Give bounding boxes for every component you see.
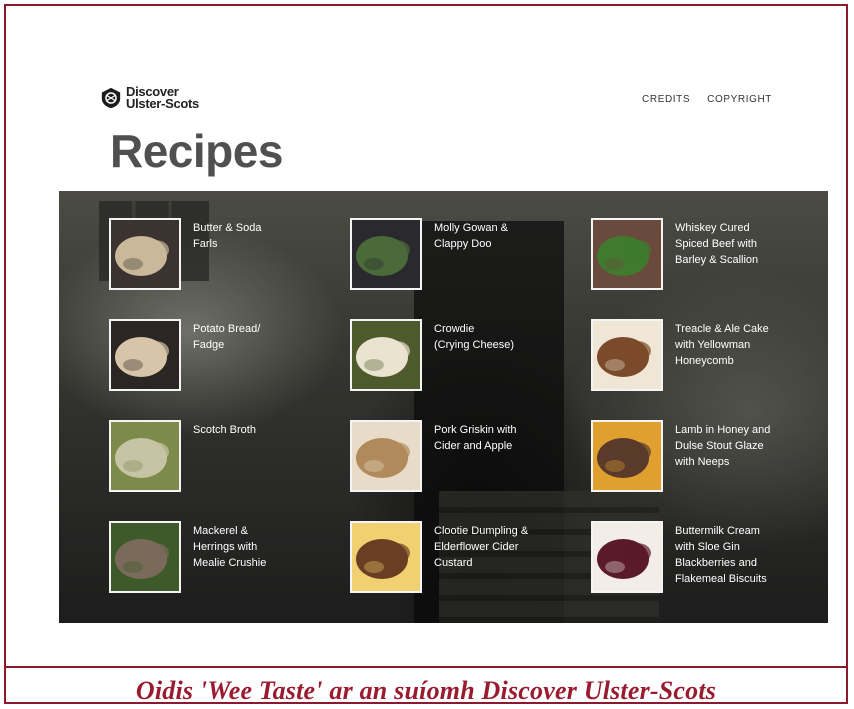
logo-wordmark: Discover Ulster-Scots (126, 85, 199, 111)
recipe-title[interactable]: Butter & Soda Farls (193, 220, 323, 252)
nav-copyright-link[interactable]: COPYRIGHT (707, 94, 772, 105)
logo-line-2: Ulster-Scots (126, 96, 199, 111)
recipe-title[interactable]: Buttermilk Cream with Sloe Gin Blackberr… (675, 523, 805, 587)
recipe-card[interactable]: Molly Gowan & Clappy Doo (350, 218, 591, 319)
mackerel-photo (111, 523, 179, 591)
recipe-card[interactable]: Pork Griskin with Cider and Apple (350, 420, 591, 521)
recipe-card[interactable]: Butter & Soda Farls (109, 218, 350, 319)
recipe-card[interactable]: Scotch Broth (109, 420, 350, 521)
recipe-title[interactable]: Whiskey Cured Spiced Beef with Barley & … (675, 220, 805, 268)
recipe-title[interactable]: Pork Griskin with Cider and Apple (434, 422, 564, 454)
caption-divider (6, 666, 846, 668)
soda-farls-photo (111, 220, 179, 288)
recipe-thumbnail[interactable] (591, 218, 663, 290)
spiced-beef-photo (593, 220, 661, 288)
potato-bread-photo (111, 321, 179, 389)
site-logo[interactable]: Discover Ulster-Scots (100, 85, 199, 111)
recipe-thumbnail[interactable] (591, 319, 663, 391)
page-title: Recipes (110, 125, 283, 177)
recipe-card[interactable]: Potato Bread/ Fadge (109, 319, 350, 420)
treacle-cake-photo (593, 321, 661, 389)
recipe-thumbnail[interactable] (350, 218, 422, 290)
recipe-title[interactable]: Lamb in Honey and Dulse Stout Glaze with… (675, 422, 805, 470)
recipe-title[interactable]: Scotch Broth (193, 422, 323, 438)
image-frame: Discover Ulster-Scots CREDITS COPYRIGHT … (4, 4, 848, 705)
recipe-thumbnail[interactable] (591, 420, 663, 492)
recipe-thumbnail[interactable] (350, 420, 422, 492)
recipe-grid: Butter & Soda Farls Molly Gowan & Clappy … (109, 218, 828, 622)
recipe-title[interactable]: Crowdie (Crying Cheese) (434, 321, 564, 353)
recipe-title[interactable]: Potato Bread/ Fadge (193, 321, 323, 353)
scotch-broth-photo (111, 422, 179, 490)
image-caption: Oidis 'Wee Taste' ar an suíomh Discover … (135, 676, 717, 705)
crowdie-photo (352, 321, 420, 389)
recipe-card[interactable]: Whiskey Cured Spiced Beef with Barley & … (591, 218, 828, 319)
recipe-thumbnail[interactable] (109, 218, 181, 290)
recipe-card[interactable]: Clootie Dumpling & Elderflower Cider Cus… (350, 521, 591, 622)
recipe-thumbnail[interactable] (350, 319, 422, 391)
recipe-thumbnail[interactable] (350, 521, 422, 593)
recipe-title[interactable]: Mackerel & Herrings with Mealie Crushie (193, 523, 323, 571)
recipe-thumbnail[interactable] (109, 521, 181, 593)
clootie-dumpling-photo (352, 523, 420, 591)
nav-credits-link[interactable]: CREDITS (642, 94, 690, 105)
recipe-title[interactable]: Treacle & Ale Cake with Yellowman Honeyc… (675, 321, 805, 369)
buttermilk-cream-photo (593, 523, 661, 591)
lamb-neeps-photo (593, 422, 661, 490)
shield-knot-icon (101, 87, 121, 109)
pork-griskin-photo (352, 422, 420, 490)
recipe-card[interactable]: Lamb in Honey and Dulse Stout Glaze with… (591, 420, 828, 521)
recipe-title[interactable]: Molly Gowan & Clappy Doo (434, 220, 564, 252)
recipes-hero-panel: Butter & Soda Farls Molly Gowan & Clappy … (59, 191, 828, 623)
recipe-card[interactable]: Mackerel & Herrings with Mealie Crushie (109, 521, 350, 622)
recipe-thumbnail[interactable] (109, 319, 181, 391)
recipe-card[interactable]: Buttermilk Cream with Sloe Gin Blackberr… (591, 521, 828, 622)
recipe-card[interactable]: Crowdie (Crying Cheese) (350, 319, 591, 420)
recipe-title[interactable]: Clootie Dumpling & Elderflower Cider Cus… (434, 523, 564, 571)
mussels-photo (352, 220, 420, 288)
recipe-card[interactable]: Treacle & Ale Cake with Yellowman Honeyc… (591, 319, 828, 420)
recipe-thumbnail[interactable] (109, 420, 181, 492)
top-nav: CREDITS COPYRIGHT (642, 94, 772, 105)
recipe-thumbnail[interactable] (591, 521, 663, 593)
